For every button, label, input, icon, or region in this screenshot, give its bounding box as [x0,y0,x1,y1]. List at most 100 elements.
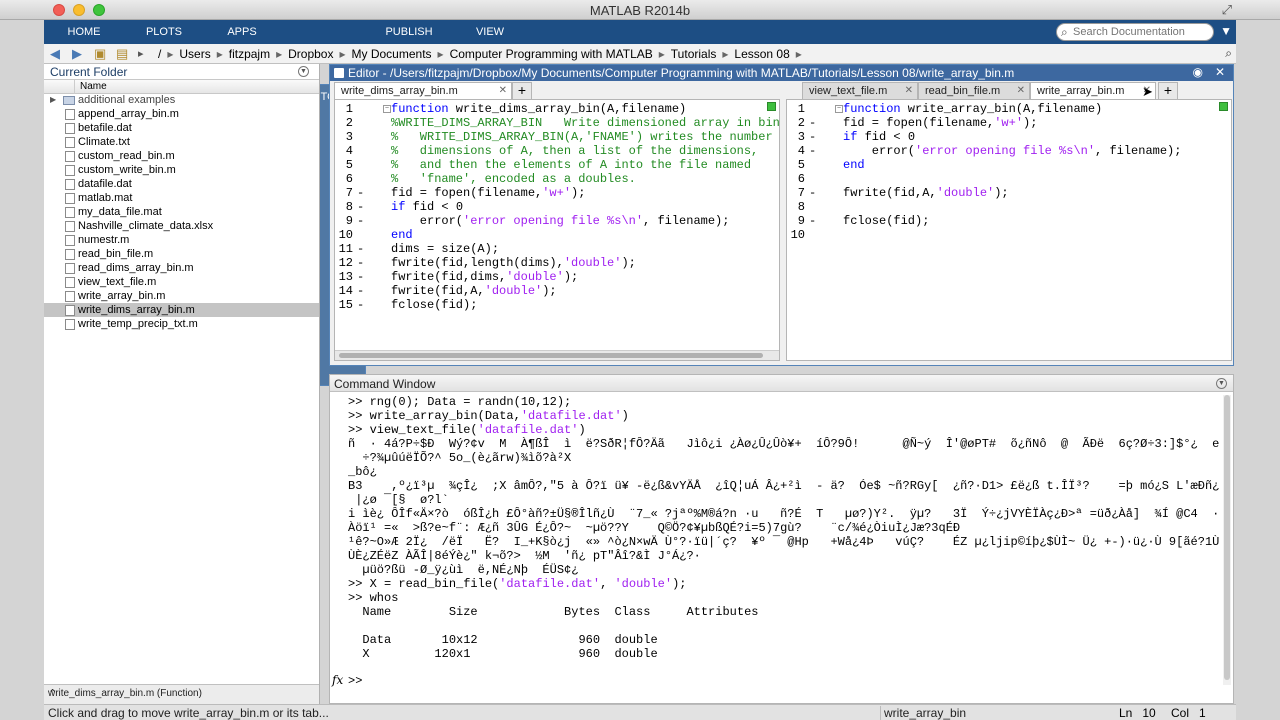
list-item[interactable]: write_dims_array_bin.m [44,303,319,317]
breakpoint-marker[interactable]: - [809,214,816,228]
breakpoint-marker[interactable]: - [357,298,364,312]
new-tab-button[interactable]: + [512,82,532,99]
list-item[interactable]: matlab.mat [44,191,319,205]
tab-view-text-file[interactable]: view_text_file.m ✕ [802,82,918,99]
details-bar[interactable]: write_dims_array_bin.m (Function) ⌃ [44,684,319,704]
editor-title: Editor - /Users/fitzpajm/Dropbox/My Docu… [348,66,1015,80]
left-code-pane[interactable]: 1 − function write_dims_array_bin(A,filena… [334,99,780,361]
code-analyzer-ok-icon[interactable] [767,102,776,111]
close-tab-icon[interactable]: ✕ [499,83,507,99]
crumb-root[interactable]: / [158,47,161,61]
crumb-dropbox[interactable]: Dropbox [288,47,333,61]
file-icon [65,165,75,176]
tab-write-array-bin[interactable]: write_array_bin.m ✕ [1030,82,1156,99]
editor-options-icon[interactable]: ◉ [1193,65,1203,79]
code-fold-icon[interactable]: − [383,105,391,113]
list-item[interactable]: custom_read_bin.m [44,149,319,163]
file-icon [65,151,75,162]
breakpoint-marker[interactable]: - [357,200,364,214]
breakpoint-marker[interactable]: - [809,186,816,200]
search-input[interactable] [1073,25,1209,39]
list-item[interactable]: ▶ additional examples [44,93,319,107]
file-name: custom_write_bin.m [78,164,176,176]
search-folder-icon[interactable]: ⌕ [1225,46,1232,61]
fullscreen-icon[interactable]: ⤢ [1222,2,1232,18]
editor-window: Editor - /Users/fitzpajm/Dropbox/My Docu… [329,64,1234,366]
chevron-up-icon[interactable]: ⌃ [48,687,307,700]
breakpoint-marker[interactable]: - [357,186,364,200]
line-number: 3 [797,130,805,144]
crumb-users[interactable]: Users [179,47,210,61]
code-analyzer-ok-icon[interactable] [1219,102,1228,111]
breakpoint-marker[interactable]: - [357,242,364,256]
command-window-options-icon[interactable]: ▼ [1216,378,1227,389]
command-output: >> rng(0); Data = randn(10,12); >> write_… [348,395,1220,685]
line-number: 7 [797,186,805,200]
code-text: error('error opening file %s\n', filenam… [391,214,730,228]
breakpoint-marker[interactable]: - [357,256,364,270]
breakpoint-marker[interactable]: - [357,270,364,284]
new-tab-button[interactable]: + [1158,82,1178,99]
close-tab-icon[interactable]: ✕ [905,83,913,99]
filter-icon[interactable]: ▼ [1220,24,1232,38]
file-name: write_array_bin.m [78,290,166,302]
editor-close-icon[interactable]: ✕ [1215,65,1225,79]
crumb-my-documents[interactable]: My Documents [352,47,432,61]
line-number: 8 [797,200,805,214]
tab-plots[interactable]: PLOTS [124,20,204,44]
panel-options-icon[interactable]: ▼ [298,66,309,77]
line-number: 11 [338,242,353,256]
file-icon [65,109,75,120]
list-item[interactable]: custom_write_bin.m [44,163,319,177]
back-arrow-icon[interactable]: ◀ [50,46,60,62]
right-code-pane[interactable]: 1− function write_array_bin(A,filename) 2-… [786,99,1232,361]
tab-apps[interactable]: APPS [204,20,280,44]
code-text: fclose(fid); [391,298,478,312]
list-item[interactable]: datafile.dat [44,177,319,191]
command-output-line: ñ · 4á?P÷$Ð Wý?¢v M À¶ßÎ ì ë?SðR¦fÔ?Äã J… [348,437,1220,451]
folder-icon [63,96,75,105]
close-tab-icon[interactable]: ✕ [1017,83,1025,99]
crumb-fitzpajm[interactable]: fitzpajm [229,47,270,61]
breakpoint-marker[interactable]: - [357,284,364,298]
list-item[interactable]: Nashville_climate_data.xlsx [44,219,319,233]
file-name: Nashville_climate_data.xlsx [78,220,214,232]
file-icon [65,305,75,316]
tab-publish[interactable]: PUBLISH [366,20,452,44]
breakpoint-marker[interactable]: - [357,214,364,228]
browse-folder-icon[interactable]: ▤ [116,46,128,62]
list-item[interactable]: append_array_bin.m [44,107,319,121]
function-browser-icon[interactable]: fx [332,673,343,687]
line-number: 4 [345,144,353,158]
tab-view[interactable]: VIEW [452,20,528,44]
tab-read-bin-file[interactable]: read_bin_file.m ✕ [918,82,1030,99]
code-text: % and then the elements of A into the fi… [391,158,752,172]
crumb-tutorials[interactable]: Tutorials [671,47,717,61]
horizontal-scrollbar[interactable] [335,350,779,360]
crumb-computer-programming[interactable]: Computer Programming with MATLAB [450,47,653,61]
list-item[interactable]: write_array_bin.m [44,289,319,303]
breakpoint-marker[interactable]: - [809,116,816,130]
list-item[interactable]: my_data_file.mat [44,205,319,219]
list-item[interactable]: Climate.txt [44,135,319,149]
list-item[interactable]: numestr.m [44,233,319,247]
list-item[interactable]: write_temp_precip_txt.m [44,317,319,331]
breakpoint-marker[interactable]: - [809,130,816,144]
list-item[interactable]: read_bin_file.m [44,247,319,261]
command-output-line: >> X = read_bin_file('datafile.dat', 'do… [348,577,687,591]
crumb-lesson-08[interactable]: Lesson 08 [734,47,789,61]
list-item[interactable]: view_text_file.m [44,275,319,289]
list-item[interactable]: read_dims_array_bin.m [44,261,319,275]
vertical-scrollbar[interactable] [1223,395,1231,685]
command-input[interactable] [374,673,1174,688]
folder-up-icon[interactable]: ▣ [94,46,106,62]
forward-arrow-icon[interactable]: ▶ [72,46,82,62]
list-item[interactable]: betafile.dat [44,121,319,135]
expand-folder-icon[interactable]: ▶ [50,93,56,107]
tab-home[interactable]: HOME [44,20,124,44]
search-documentation[interactable]: ⌕ [1056,23,1214,41]
breakpoint-marker[interactable]: - [809,144,816,158]
tab-write-dims-array-bin[interactable]: write_dims_array_bin.m ✕ [334,82,512,99]
code-fold-icon[interactable]: − [835,105,843,113]
column-header[interactable]: Name [44,79,319,94]
